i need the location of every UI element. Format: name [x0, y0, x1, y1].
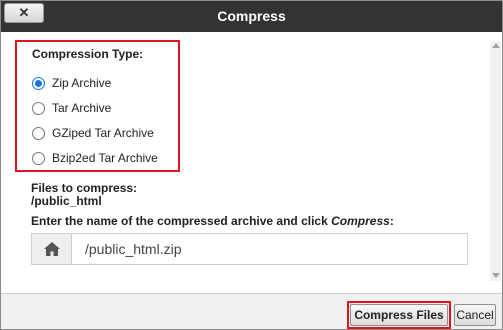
option-bzip2ed-tar-archive[interactable]: Bzip2ed Tar Archive [32, 150, 158, 166]
dialog-content: Compression Type: Zip Archive Tar Archiv… [13, 39, 468, 289]
option-label: Zip Archive [52, 76, 112, 90]
compress-dialog: Compress ✕ Compression Type: Zip Archive… [0, 0, 503, 330]
vertical-scrollbar[interactable] [490, 41, 501, 281]
dialog-title: Compress [217, 8, 286, 24]
archive-name-input[interactable] [73, 234, 467, 264]
cancel-button[interactable]: Cancel [454, 304, 496, 326]
option-tar-archive[interactable]: Tar Archive [32, 100, 111, 116]
title-bar: Compress ✕ [1, 1, 502, 32]
radio-tar-archive[interactable] [32, 101, 45, 115]
dialog-footer: Compress Files Cancel [1, 293, 502, 329]
scroll-down-arrow-icon[interactable] [492, 273, 500, 278]
radio-gziped-tar-archive[interactable] [32, 126, 45, 140]
home-icon [32, 234, 72, 264]
instruction-action: Compress [331, 214, 390, 228]
compression-type-group: Compression Type: Zip Archive Tar Archiv… [15, 40, 180, 172]
archive-name-instruction: Enter the name of the compressed archive… [31, 214, 394, 228]
files-to-compress-value: /public_html [31, 194, 102, 208]
option-label: Bzip2ed Tar Archive [52, 151, 158, 165]
radio-zip-archive[interactable] [32, 76, 45, 90]
option-label: Tar Archive [52, 101, 112, 115]
close-button[interactable]: ✕ [4, 3, 44, 23]
instruction-suffix: : [389, 214, 394, 228]
radio-bzip2ed-tar-archive[interactable] [32, 151, 45, 165]
compression-type-title: Compression Type: [32, 47, 144, 61]
option-zip-archive[interactable]: Zip Archive [32, 75, 111, 91]
compress-files-button[interactable]: Compress Files [350, 304, 448, 326]
archive-name-field [31, 233, 468, 265]
scroll-up-arrow-icon[interactable] [492, 43, 500, 48]
files-to-compress-label: Files to compress: [31, 181, 138, 195]
option-gziped-tar-archive[interactable]: GZiped Tar Archive [32, 125, 154, 141]
option-label: GZiped Tar Archive [52, 126, 154, 140]
instruction-text: Enter the name of the compressed archive… [31, 214, 328, 228]
